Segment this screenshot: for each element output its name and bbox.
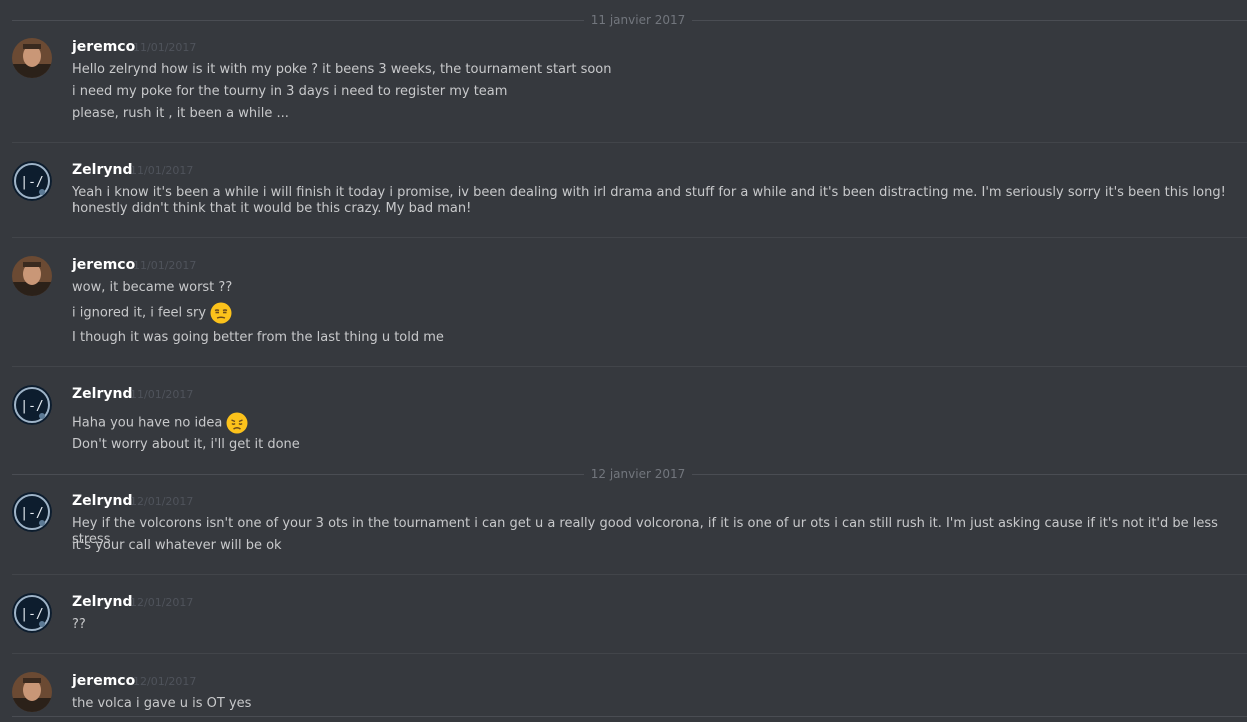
- avatar-zelrynd[interactable]: |-/: [12, 161, 52, 201]
- message-separator: [12, 653, 1247, 654]
- svg-text:|-/: |-/: [20, 175, 43, 190]
- message-text: ??: [72, 617, 86, 632]
- svg-text:|-/: |-/: [20, 399, 43, 414]
- username[interactable]: jeremco: [72, 256, 135, 274]
- username[interactable]: Zelrynd: [72, 492, 132, 510]
- message-separator: [12, 574, 1247, 575]
- message-line: i ignored it, i feel sry: [72, 302, 1232, 324]
- timestamp: 11/01/2017: [133, 259, 197, 272]
- timestamp: 11/01/2017: [130, 388, 194, 401]
- timestamp: 12/01/2017: [133, 675, 197, 688]
- message-text: honestly didn't think that it would be t…: [72, 201, 472, 216]
- message-separator: [12, 366, 1247, 367]
- message-line: Haha you have no idea: [72, 412, 1232, 434]
- message-text: Don't worry about it, i'll get it done: [72, 437, 300, 452]
- username[interactable]: Zelrynd: [72, 593, 132, 611]
- timestamp: 11/01/2017: [130, 164, 194, 177]
- message-text: i need my poke for the tourny in 3 days …: [72, 84, 508, 99]
- username[interactable]: jeremco: [72, 38, 135, 56]
- message-text: Haha you have no idea: [72, 415, 223, 431]
- timestamp: 11/01/2017: [133, 41, 197, 54]
- message-text: the volca i gave u is OT yes: [72, 696, 252, 711]
- message-separator: [12, 716, 1247, 717]
- svg-text:|-/: |-/: [20, 506, 43, 521]
- message-text: I though it was going better from the la…: [72, 330, 444, 345]
- date-label: 12 janvier 2017: [590, 467, 686, 481]
- avatar-zelrynd[interactable]: |-/: [12, 492, 52, 532]
- date-divider: 12 janvier 2017: [12, 466, 1247, 482]
- message-separator: [12, 142, 1247, 143]
- timestamp: 12/01/2017: [130, 596, 194, 609]
- message-text: i ignored it, i feel sry: [72, 305, 207, 321]
- date-divider: 11 janvier 2017: [12, 12, 1247, 28]
- message-text: wow, it became worst ??: [72, 280, 233, 295]
- avatar-jeremco[interactable]: [12, 672, 52, 712]
- username[interactable]: jeremco: [72, 672, 135, 690]
- message-separator: [12, 237, 1247, 238]
- avatar-zelrynd[interactable]: |-/: [12, 593, 52, 633]
- date-label: 11 janvier 2017: [590, 13, 686, 27]
- unamused-face-icon: [210, 302, 232, 324]
- message-text: Hello zelrynd how is it with my poke ? i…: [72, 62, 612, 77]
- disappointed-face-icon: [226, 412, 248, 434]
- svg-text:|-/: |-/: [20, 607, 43, 622]
- avatar-jeremco[interactable]: [12, 38, 52, 78]
- message-text: please, rush it , it been a while ...: [72, 106, 289, 121]
- username[interactable]: Zelrynd: [72, 161, 132, 179]
- message-text: it's your call whatever will be ok: [72, 538, 282, 553]
- timestamp: 12/01/2017: [130, 495, 194, 508]
- username[interactable]: Zelrynd: [72, 385, 132, 403]
- avatar-jeremco[interactable]: [12, 256, 52, 296]
- avatar-zelrynd[interactable]: |-/: [12, 385, 52, 425]
